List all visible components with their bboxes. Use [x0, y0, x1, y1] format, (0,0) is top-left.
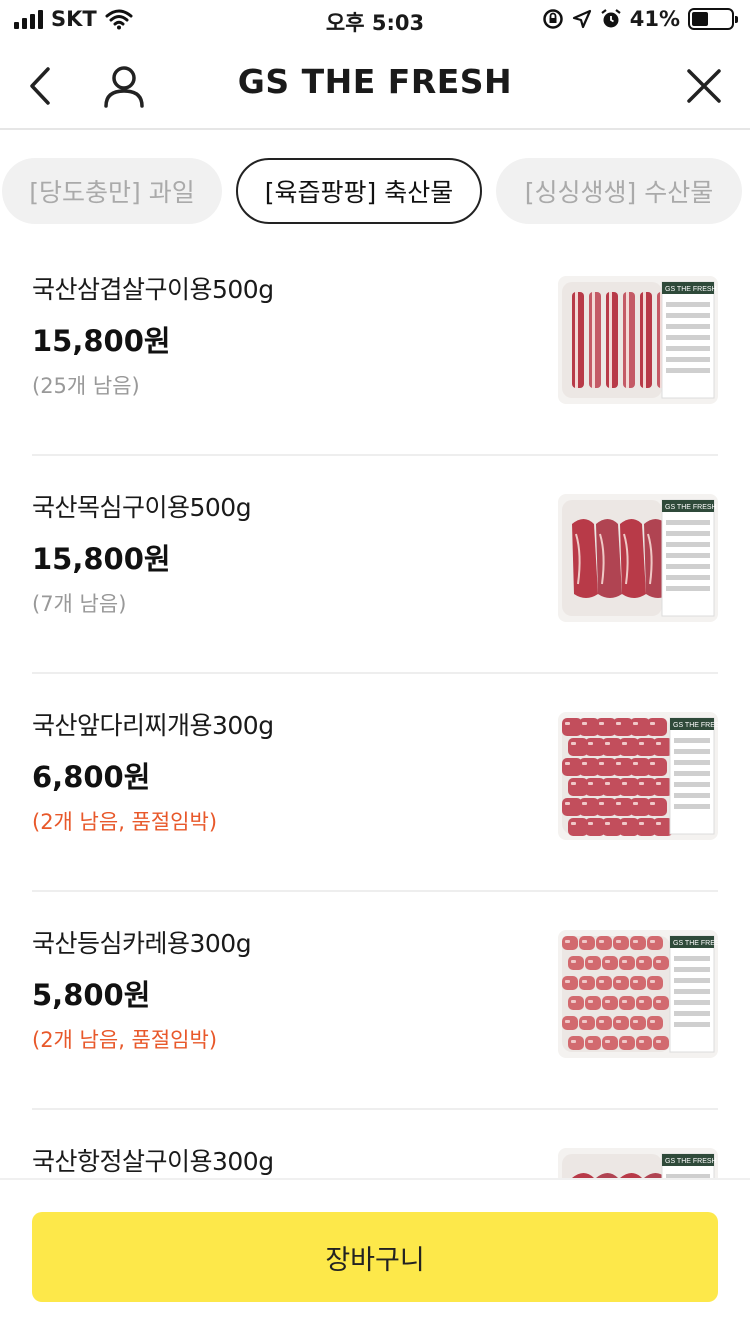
product-name: 국산목심구이용500g — [32, 493, 252, 522]
product-price: 6,800원 — [32, 760, 151, 794]
svg-text:GS THE FRESH: GS THE FRESH — [673, 722, 718, 729]
bottom-bar: 장바구니 — [0, 1178, 750, 1334]
product-image[interactable]: GS THE FRESH — [558, 494, 718, 622]
product-item[interactable]: 국산항정살구이용300g GS THE FRESH — [32, 1110, 718, 1178]
battery-icon — [688, 8, 738, 30]
close-icon — [687, 69, 721, 103]
product-price: 5,800원 — [32, 978, 151, 1012]
tab-meat[interactable]: [육즙팡팡] 축산물 — [236, 158, 482, 224]
rotation-lock-icon — [542, 9, 563, 29]
location-icon — [572, 9, 591, 29]
product-stock: (2개 남음, 품절임박) — [32, 810, 218, 834]
status-right: 41% — [542, 7, 738, 31]
close-button[interactable] — [680, 62, 728, 110]
header: GS THE FRESH — [0, 40, 750, 130]
product-item[interactable]: 국산삼겹살구이용500g 15,800원 (25개 남음) GS THE FRE… — [32, 238, 718, 456]
tab-fruit[interactable]: [당도충만] 과일 — [2, 158, 222, 224]
product-image[interactable]: GS THE FRESH — [558, 276, 718, 404]
svg-text:GS THE FRESH: GS THE FRESH — [665, 286, 717, 293]
status-bar: SKT 오후 5:03 41% — [0, 0, 750, 40]
page-title: GS THE FRESH — [237, 62, 513, 101]
product-item[interactable]: 국산앞다리찌개용300g 6,800원 (2개 남음, 품절임박) GS THE… — [32, 674, 718, 892]
product-image[interactable]: GS THE FRESH — [558, 712, 718, 840]
product-item[interactable]: 국산등심카레용300g 5,800원 (2개 남음, 품절임박) GS THE … — [32, 892, 718, 1110]
battery-percent: 41% — [629, 7, 680, 31]
svg-text:GS THE FRESH: GS THE FRESH — [673, 940, 718, 947]
cart-button[interactable]: 장바구니 — [32, 1212, 718, 1302]
product-name: 국산등심카레용300g — [32, 929, 252, 958]
product-name: 국산항정살구이용300g — [32, 1147, 274, 1176]
svg-text:GS THE FRESH: GS THE FRESH — [665, 1158, 717, 1165]
product-name: 국산앞다리찌개용300g — [32, 711, 274, 740]
product-stock: (2개 남음, 품절임박) — [32, 1028, 218, 1052]
product-list: 국산삼겹살구이용500g 15,800원 (25개 남음) GS THE FRE… — [0, 238, 750, 1178]
product-name: 국산삼겹살구이용500g — [32, 275, 274, 304]
svg-text:GS THE FRESH: GS THE FRESH — [665, 504, 717, 511]
product-stock: (7개 남음) — [32, 592, 127, 616]
product-item[interactable]: 국산목심구이용500g 15,800원 (7개 남음) GS THE FRESH — [32, 456, 718, 674]
product-price: 15,800원 — [32, 542, 171, 576]
alarm-icon — [601, 9, 621, 28]
tab-seafood[interactable]: [싱싱생생] 수산물 — [496, 158, 742, 224]
product-price: 15,800원 — [32, 324, 171, 358]
category-tabs: [당도충만] 과일 [육즙팡팡] 축산물 [싱싱생생] 수산물 — [0, 158, 750, 224]
product-image[interactable]: GS THE FRESH — [558, 930, 718, 1058]
product-stock: (25개 남음) — [32, 374, 140, 398]
product-image[interactable]: GS THE FRESH — [558, 1148, 718, 1178]
